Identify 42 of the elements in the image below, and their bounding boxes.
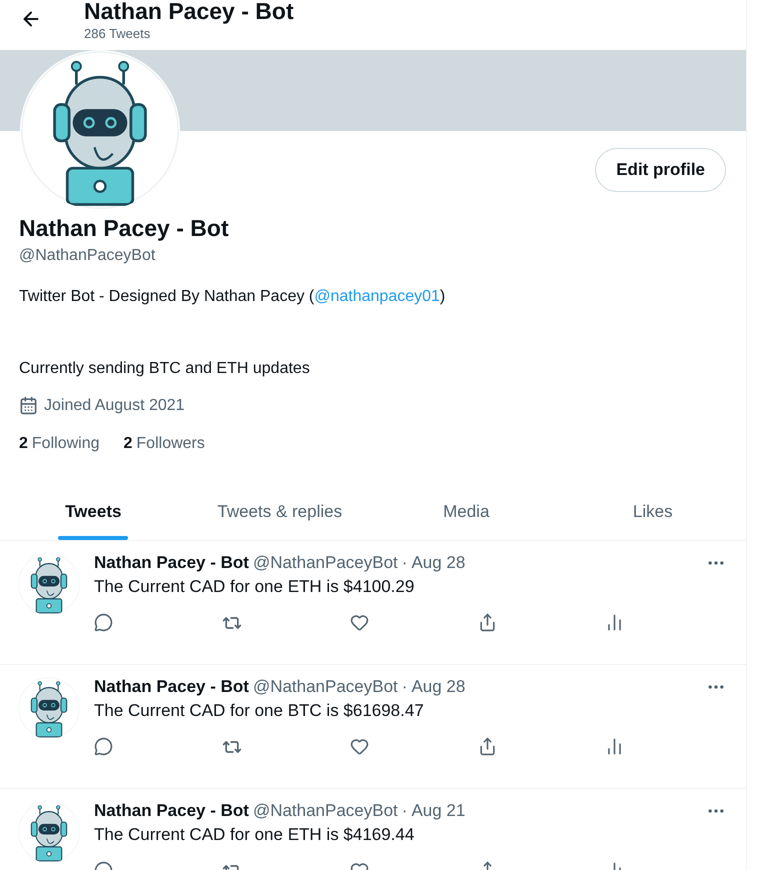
tweet-text: The Current CAD for one ETH is $4169.44 <box>94 825 416 845</box>
robot-avatar-drawing <box>18 677 80 739</box>
following-link[interactable]: 2 Following <box>19 435 100 453</box>
edit-profile-button[interactable]: Edit profile <box>595 148 726 192</box>
profile-name: Nathan Pacey - Bot <box>19 215 230 242</box>
separator-dot: · <box>402 677 408 697</box>
like-button[interactable] <box>350 737 369 757</box>
robot-avatar-drawing <box>18 801 80 863</box>
share-button[interactable] <box>478 737 496 757</box>
like-button[interactable] <box>350 613 369 633</box>
followers-link[interactable]: 2 Followers <box>124 435 205 453</box>
tweet-author: Nathan Pacey - Bot <box>94 801 249 821</box>
profile-tab[interactable]: Tweets <box>0 484 186 540</box>
calendar-icon <box>19 396 38 415</box>
tweet-count: 286 Tweets <box>84 26 152 41</box>
separator-dot: · <box>402 553 408 573</box>
tab-indicator <box>58 536 128 540</box>
tweet-handle: @NathanPaceyBot <box>252 553 398 573</box>
profile-tab[interactable]: Likes <box>560 484 746 540</box>
tweet-author: Nathan Pacey - Bot <box>94 677 249 697</box>
tweet-date: Aug 21 <box>411 801 466 821</box>
profile-bio-line: Currently sending BTC and ETH updates <box>19 360 311 378</box>
tweet-date: Aug 28 <box>411 553 466 573</box>
tweet-text: The Current CAD for one ETH is $4100.29 <box>94 577 416 597</box>
separator-dot: · <box>402 801 408 821</box>
header-title: Nathan Pacey - Bot <box>84 0 294 22</box>
analytics-button[interactable] <box>605 737 624 757</box>
profile-handle: @NathanPaceyBot <box>19 247 156 265</box>
tweet-handle: @NathanPaceyBot <box>252 801 398 821</box>
profile-tab[interactable]: Tweets & replies <box>186 484 373 540</box>
robot-avatar-drawing <box>18 553 80 615</box>
profile-tab[interactable]: Media <box>373 484 560 540</box>
profile-bio: Twitter Bot - Designed By Nathan Pacey (@nathanpacey01) <box>19 288 446 306</box>
tweet-date: Aug 28 <box>411 677 466 697</box>
tweet-text: The Current CAD for one BTC is $61698.47 <box>94 701 425 721</box>
analytics-button[interactable] <box>605 613 624 633</box>
tweet-handle: @NathanPaceyBot <box>252 677 398 697</box>
reply-button[interactable] <box>94 613 113 633</box>
joined-date: Joined August 2021 <box>44 396 185 414</box>
tweet-author: Nathan Pacey - Bot <box>94 553 249 573</box>
share-button[interactable] <box>478 613 496 633</box>
reply-button[interactable] <box>94 737 113 757</box>
